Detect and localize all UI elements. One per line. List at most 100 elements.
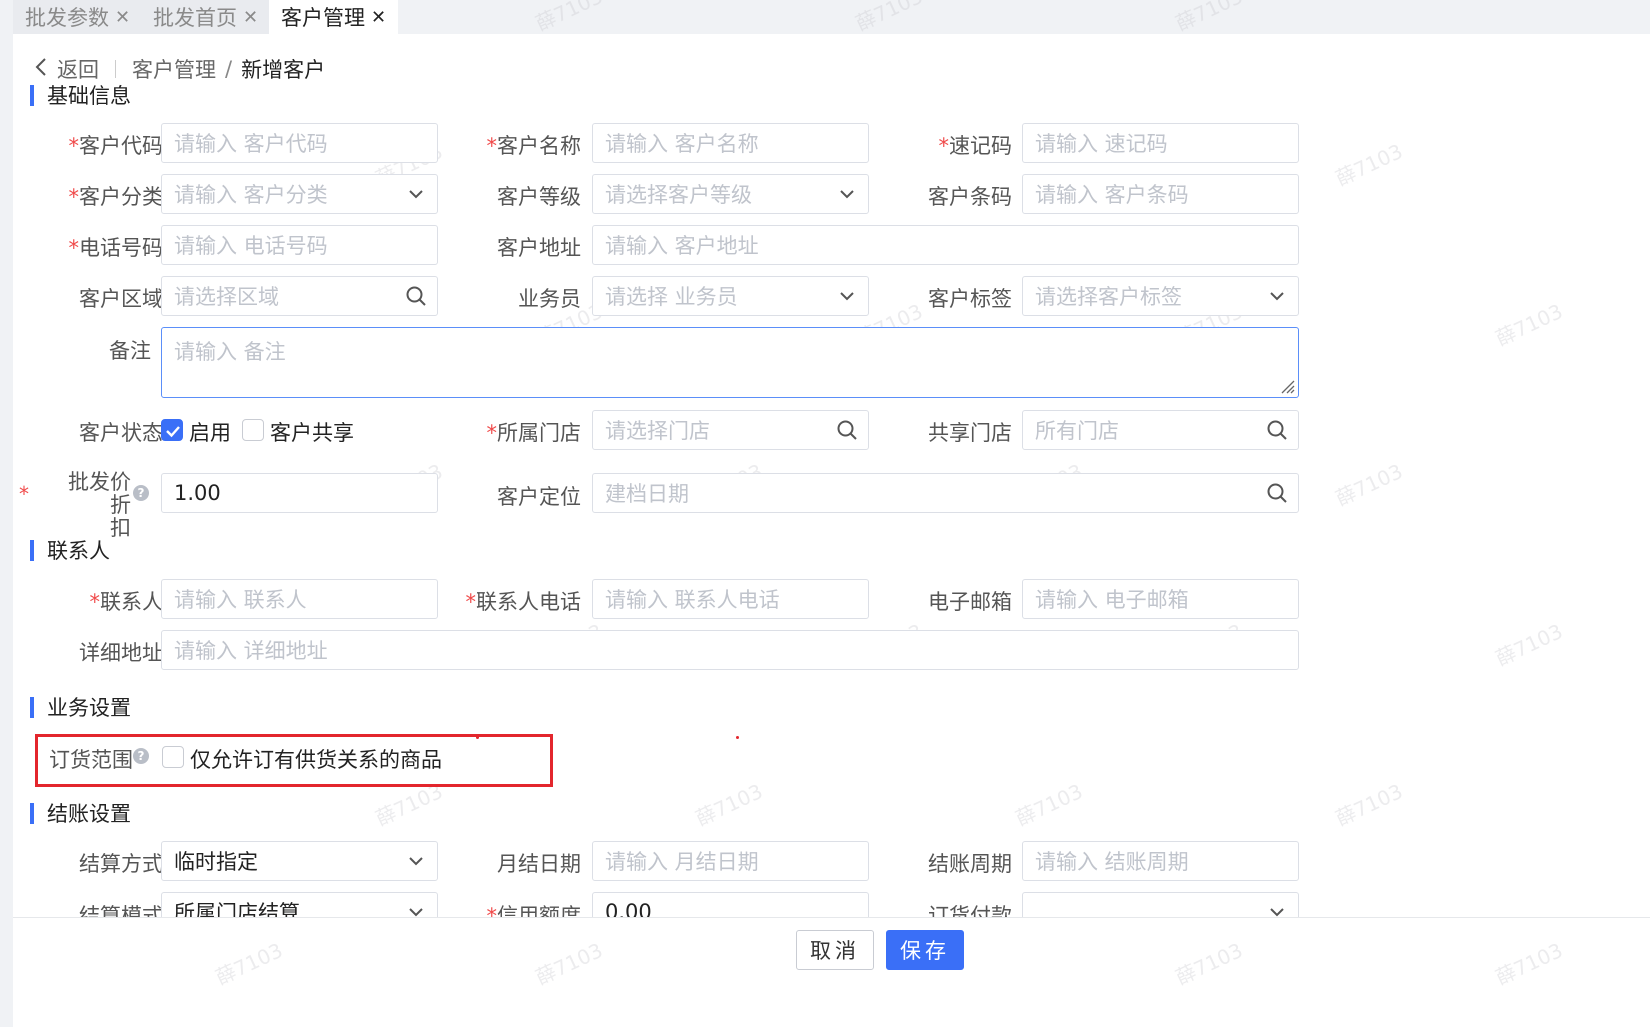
tags-select[interactable]: 请选择客户标签: [1022, 276, 1299, 316]
customer-category-label: *客户分类: [68, 185, 164, 209]
billing-cycle-input[interactable]: 请输入 结账周期: [1022, 841, 1299, 881]
section-billing-settings: 结账设置: [30, 798, 131, 828]
watermark: 薛7103: [531, 938, 607, 990]
cancel-button[interactable]: 取消: [796, 930, 874, 970]
section-title: 业务设置: [47, 696, 131, 720]
customer-category-select[interactable]: 请输入 客户分类: [161, 174, 438, 214]
section-marker: [30, 802, 34, 824]
detail-address-input[interactable]: 请输入 详细地址: [161, 630, 1299, 670]
search-icon[interactable]: [836, 419, 858, 441]
chevron-down-icon: [1270, 292, 1284, 301]
tab-label: 批发首页: [153, 6, 237, 30]
tab-label: 客户管理: [281, 6, 365, 30]
close-icon[interactable]: ✕: [371, 7, 386, 28]
search-icon[interactable]: [405, 285, 427, 307]
shared-checkbox[interactable]: [242, 419, 264, 441]
help-icon[interactable]: ?: [133, 748, 149, 764]
watermark: 薛7103: [1011, 779, 1087, 831]
tab-wholesale-params[interactable]: 批发参数 ✕: [13, 0, 143, 34]
resize-handle-icon[interactable]: [1277, 376, 1295, 394]
watermark: 薛7103: [1331, 779, 1407, 831]
quick-code-input[interactable]: 请输入 速记码: [1022, 123, 1299, 163]
section-title: 联系人: [47, 539, 110, 563]
contact-name-label: *联系人: [89, 590, 164, 614]
quick-code-label: *速记码: [938, 134, 1013, 158]
breadcrumb-current: 新增客户: [241, 58, 326, 82]
discount-input[interactable]: 1.00: [161, 473, 438, 513]
shared-store-picker[interactable]: 所有门店: [1022, 410, 1299, 450]
enabled-checkbox-label[interactable]: 启用: [189, 417, 231, 447]
chevron-left-icon[interactable]: [35, 57, 47, 81]
order-scope-option[interactable]: 仅允许订有供货关系的商品: [190, 744, 442, 774]
section-contact: 联系人: [30, 535, 110, 565]
tab-wholesale-home[interactable]: 批发首页 ✕: [141, 0, 271, 34]
page-content: 薛7103 薛7103 薛7103 薛7103 薛7103 薛7103 薛710…: [13, 0, 1650, 1027]
monthly-date-input[interactable]: 请输入 月结日期: [592, 841, 869, 881]
shared-checkbox-label[interactable]: 客户共享: [270, 417, 354, 447]
tab-label: 批发参数: [25, 6, 109, 30]
save-button[interactable]: 保存: [886, 930, 964, 970]
contact-name-input[interactable]: 请输入 联系人: [161, 579, 438, 619]
chevron-down-icon: [409, 857, 423, 866]
store-picker[interactable]: 请选择门店: [592, 410, 869, 450]
tags-label: 客户标签: [928, 287, 1012, 311]
required-mark: *: [19, 482, 29, 506]
billing-method-select[interactable]: 临时指定: [161, 841, 438, 881]
detail-address-label: 详细地址: [79, 641, 163, 665]
contact-phone-input[interactable]: 请输入 联系人电话: [592, 579, 869, 619]
monthly-date-label: 月结日期: [497, 852, 581, 876]
customer-code-label: *客户代码: [68, 134, 164, 158]
positioning-picker[interactable]: 建档日期: [592, 473, 1299, 513]
section-marker: [30, 539, 34, 561]
marker-dot: [476, 736, 479, 739]
tab-bar: 批发参数 ✕ 批发首页 ✕ 客户管理 ✕: [0, 0, 1650, 34]
store-label: *所属门店: [486, 421, 582, 445]
marker-dot: [736, 736, 739, 739]
customer-name-input[interactable]: 请输入 客户名称: [592, 123, 869, 163]
salesman-select[interactable]: 请选择 业务员: [592, 276, 869, 316]
check-icon: [166, 426, 180, 438]
watermark: 薛7103: [1491, 938, 1567, 990]
tab-customer-management[interactable]: 客户管理 ✕: [269, 0, 399, 34]
customer-level-label: 客户等级: [497, 185, 581, 209]
search-icon[interactable]: [1266, 482, 1288, 504]
address-label: 客户地址: [497, 236, 581, 260]
remark-textarea[interactable]: 请输入 备注: [161, 327, 1299, 398]
section-basic-info: 基础信息: [30, 80, 131, 110]
customer-level-select[interactable]: 请选择客户等级: [592, 174, 869, 214]
customer-code-input[interactable]: 请输入 客户代码: [161, 123, 438, 163]
section-title: 结账设置: [47, 802, 131, 826]
phone-input[interactable]: 请输入 电话号码: [161, 225, 438, 265]
watermark: 薛7103: [1171, 938, 1247, 990]
search-icon[interactable]: [1266, 419, 1288, 441]
watermark: 薛7103: [1491, 619, 1567, 671]
customer-barcode-input[interactable]: 请输入 客户条码: [1022, 174, 1299, 214]
chevron-down-icon: [840, 190, 854, 199]
billing-cycle-label: 结账周期: [928, 852, 1012, 876]
close-icon[interactable]: ✕: [115, 7, 130, 28]
watermark: 薛7103: [691, 779, 767, 831]
order-scope-checkbox[interactable]: [162, 746, 184, 768]
positioning-label: 客户定位: [497, 485, 581, 509]
breadcrumb-parent[interactable]: 客户管理: [132, 54, 216, 84]
email-input[interactable]: 请输入 电子邮箱: [1022, 579, 1299, 619]
salesman-label: 业务员: [518, 287, 581, 311]
watermark: 薛7103: [211, 938, 287, 990]
phone-label: *电话号码: [68, 236, 164, 260]
watermark: 薛7103: [1331, 459, 1407, 511]
region-picker[interactable]: 请选择区域: [161, 276, 438, 316]
region-label: 客户区域: [79, 287, 163, 311]
divider: [115, 60, 116, 78]
enabled-checkbox[interactable]: [161, 419, 183, 441]
email-label: 电子邮箱: [928, 590, 1012, 614]
customer-barcode-label: 客户条码: [928, 185, 1012, 209]
address-input[interactable]: 请输入 客户地址: [592, 225, 1299, 265]
shared-store-label: 共享门店: [928, 421, 1012, 445]
chevron-down-icon: [840, 292, 854, 301]
close-icon[interactable]: ✕: [243, 7, 258, 28]
status-label: 客户状态: [79, 421, 163, 445]
billing-method-label: 结算方式: [79, 852, 163, 876]
watermark: 薛7103: [1331, 139, 1407, 191]
help-icon[interactable]: ?: [133, 485, 149, 501]
chevron-down-icon: [409, 190, 423, 199]
